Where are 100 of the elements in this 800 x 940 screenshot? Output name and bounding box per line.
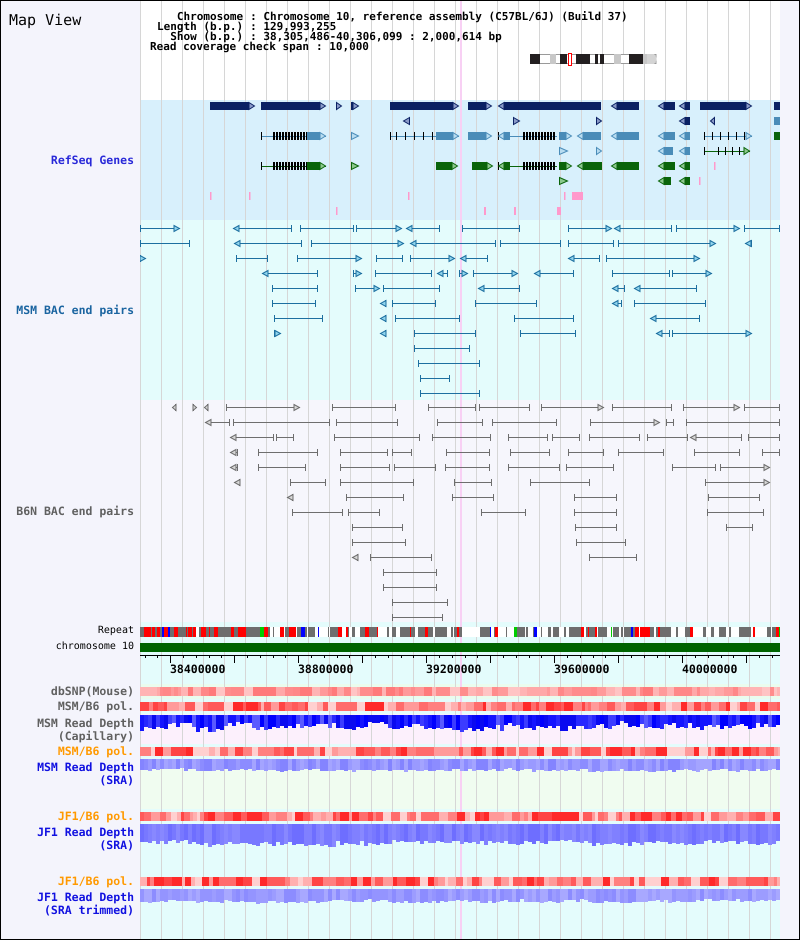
feature-mark (714, 162, 716, 170)
bac-end-pair (392, 599, 448, 606)
bac-end-pair (233, 478, 240, 486)
bac-end-pair (611, 284, 625, 292)
bac-end-pair (744, 240, 752, 248)
bac-end-pair (232, 224, 292, 232)
bac-end-pair (612, 270, 670, 277)
gene-feature (610, 102, 639, 110)
gene-feature (472, 162, 494, 170)
track-label: JF1 Read Depth (37, 891, 134, 904)
gene-feature (678, 116, 690, 126)
bac-end-pair (236, 255, 268, 262)
bac-end-pair (300, 225, 354, 232)
bac-end-pair (376, 255, 403, 262)
axis-label: 39600000 (554, 662, 610, 676)
gene-feature (658, 146, 673, 156)
bac-end-pair (140, 224, 181, 232)
bac-end-pair (336, 419, 398, 426)
bac-end-pair (172, 403, 176, 412)
info-label: Read coverage check span (150, 42, 309, 52)
info-label: Length (b.p.) (157, 22, 244, 32)
bac-end-pair (618, 449, 664, 456)
gene-feature (678, 176, 690, 186)
bac-end-pair (611, 300, 622, 308)
bac-end-pair (370, 554, 432, 561)
bac-end-pair (140, 240, 190, 247)
gene-feature (610, 132, 639, 140)
bac-end-pair (567, 254, 600, 262)
page-title: Map View (9, 11, 82, 29)
gene-feature (678, 146, 690, 156)
info-label: Chromosome (176, 12, 244, 22)
gene-feature (596, 146, 602, 156)
bac-end-pair (574, 494, 617, 501)
bac-end-pair (744, 404, 780, 411)
bac-end-pair (420, 375, 450, 382)
bac-end-pair (612, 404, 672, 411)
bac-end-pair (530, 479, 590, 486)
bac-end-pair (590, 418, 661, 426)
bac-end-pair (705, 478, 771, 486)
position-marker (568, 53, 572, 66)
bac-end-pair (748, 434, 780, 441)
gene-feature (390, 102, 460, 110)
bac-end-pair (379, 330, 386, 338)
bac-end-pair (414, 330, 476, 337)
gene-feature (596, 116, 602, 126)
bac-end-pair (589, 554, 637, 561)
bac-end-pair (633, 284, 697, 292)
gene-feature (658, 162, 675, 170)
gene-feature (498, 132, 558, 140)
track-label: MSM Read Depth (37, 717, 134, 730)
bac-end-pair (356, 224, 403, 232)
bac-end-pair (479, 404, 530, 411)
bac-end-pair (492, 419, 557, 426)
bac-end-pair (261, 270, 318, 278)
gene-feature (559, 176, 569, 186)
track-label: (SRA) (99, 838, 134, 851)
bac-end-pair (672, 270, 713, 278)
bac-end-pair (392, 449, 412, 456)
gene-feature (678, 102, 690, 110)
track-label: (SRA) (99, 774, 134, 786)
gene-feature (513, 116, 520, 126)
track-label: RefSeq Genes (50, 154, 134, 166)
bac-end-pair (286, 494, 294, 502)
axis-label: 38800000 (298, 662, 354, 676)
bac-end-pair (258, 464, 306, 471)
track-label: (SRA trimmed) (44, 904, 134, 916)
gene-feature (610, 162, 639, 170)
bac-end-pair (726, 524, 753, 531)
bac-end-pair (459, 270, 469, 278)
gene-feature (436, 162, 458, 170)
gene-feature (559, 162, 572, 170)
feature-mark (572, 192, 583, 200)
bac-end-pair (720, 464, 771, 472)
bac-end-pair (589, 434, 640, 441)
bac-end-pair (379, 300, 386, 308)
gene-feature (351, 132, 360, 140)
bac-end-pair (272, 285, 318, 292)
feature-mark (210, 192, 212, 200)
bac-end-pair (229, 448, 238, 456)
bac-end-pair (437, 419, 483, 426)
bac-end-pair (566, 464, 614, 471)
info-value: : 10,000 (316, 42, 369, 52)
bac-end-pair (533, 270, 574, 278)
bac-end-pair (708, 494, 760, 501)
bac-end-pair (383, 584, 437, 591)
track-label: dbSNP(Mouse) (50, 684, 134, 699)
bac-end-pair (445, 464, 490, 471)
bac-end-pair (475, 300, 537, 307)
bac-end-pair (481, 509, 526, 516)
bac-end-pair (462, 225, 520, 232)
info-value: : Chromosome 10, reference assembly (C57BL/6J) (Build 37) (249, 12, 628, 22)
bac-end-pair (348, 509, 380, 516)
bac-end-pair (552, 434, 580, 441)
track-label: (Capillary) (58, 730, 134, 742)
bac-end-pair (274, 315, 323, 322)
bac-end-pair (274, 330, 282, 338)
bac-end-pair (340, 464, 390, 471)
bac-end-pair (446, 449, 490, 456)
gene-feature (261, 102, 326, 110)
feature-mark (249, 192, 250, 200)
